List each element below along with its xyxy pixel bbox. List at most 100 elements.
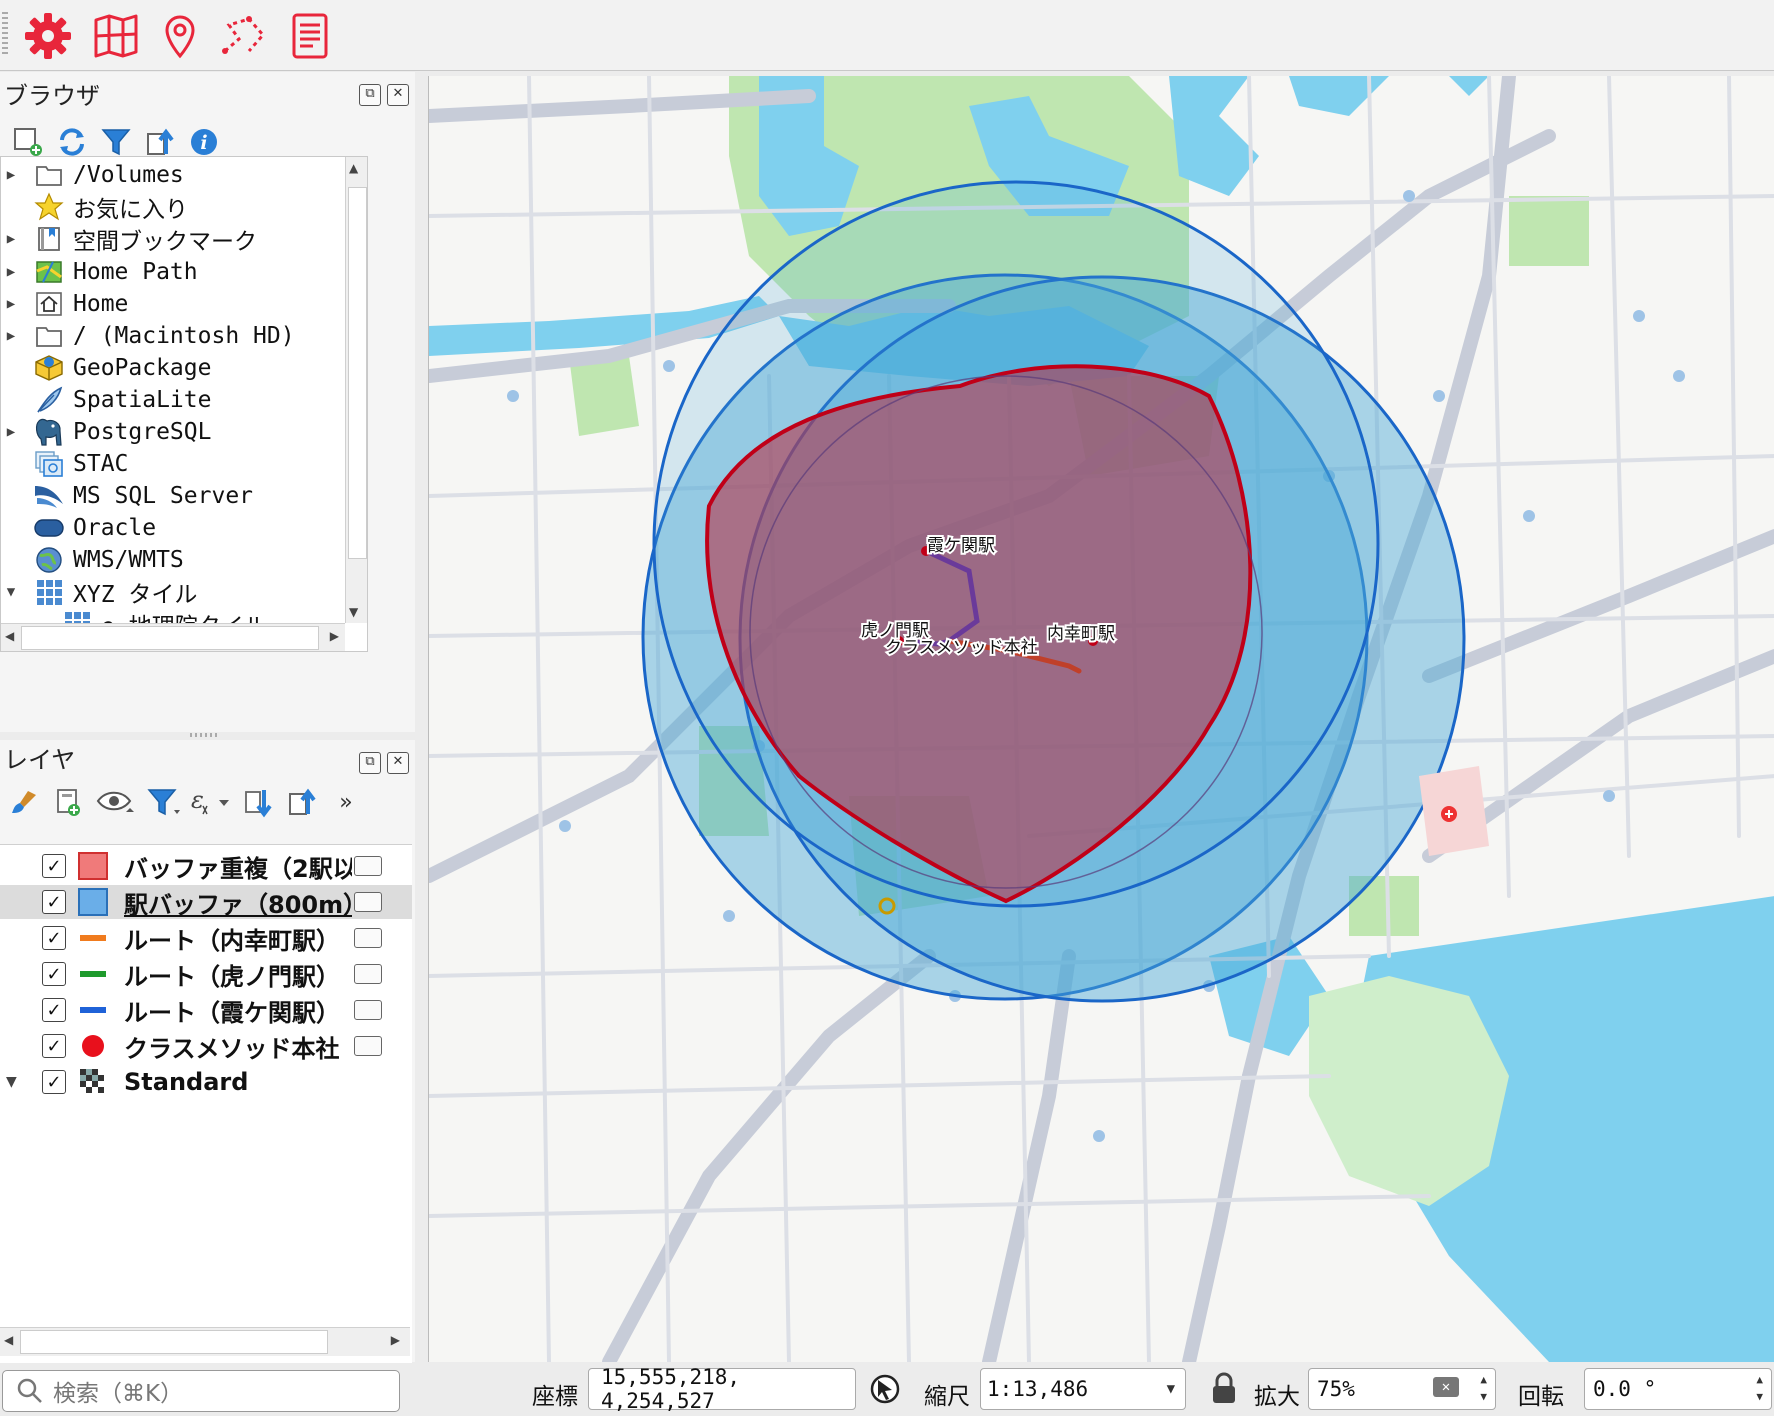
info-icon: i	[191, 129, 217, 155]
route-button[interactable]	[216, 8, 272, 64]
scroll-right-icon[interactable]: ▶	[391, 1333, 400, 1347]
document-button[interactable]	[282, 8, 338, 64]
scroll-right-icon[interactable]: ▶	[330, 629, 339, 643]
close-button[interactable]: ✕	[387, 84, 409, 106]
coordinate-field[interactable]: 15,555,218, 4,254,527	[588, 1365, 856, 1413]
tree-item-favorites[interactable]: お気に入り	[1, 189, 188, 225]
coordinate-toggle-button[interactable]	[868, 1372, 902, 1406]
scroll-left-icon[interactable]: ◀	[5, 629, 14, 643]
layer-checkbox[interactable]: ✓	[42, 998, 66, 1022]
clear-icon[interactable]: ✕	[1433, 1377, 1459, 1397]
map-button[interactable]	[88, 8, 144, 64]
magnifier-field[interactable]: 75% ✕ ▲ ▼	[1308, 1368, 1496, 1410]
filter-legend-button[interactable]	[142, 782, 186, 822]
layer-row-station-buffer[interactable]: ✓ 駅バッファ（800m）	[0, 885, 412, 919]
close-button[interactable]: ✕	[387, 752, 409, 774]
expression-filter-button[interactable]: ε	[186, 782, 236, 822]
scale-lock-button[interactable]	[1210, 1372, 1238, 1410]
tree-item-macintosh-hd[interactable]: ▶ / (Macintosh HD)	[1, 318, 295, 354]
hscroll-thumb[interactable]	[21, 626, 319, 650]
scroll-thumb[interactable]	[348, 187, 367, 559]
filter-indicator-icon[interactable]	[354, 892, 382, 912]
tree-item-xyz[interactable]: ▼ XYZ タイル	[1, 574, 197, 610]
layer-checkbox[interactable]: ✓	[42, 854, 66, 878]
filter-indicator-icon[interactable]	[354, 1036, 382, 1056]
layer-row-classmethod-hq[interactable]: ✓ クラスメソッド本社	[0, 1029, 412, 1063]
hscroll-thumb[interactable]	[20, 1330, 328, 1354]
float-button[interactable]: ⧉	[359, 84, 381, 106]
tree-item-home-path[interactable]: ▶ Home Path	[1, 254, 198, 290]
filter-indicator-icon[interactable]	[354, 964, 382, 984]
stepper-icon[interactable]: ▲ ▼	[1480, 1371, 1487, 1405]
collapse-arrow-icon[interactable]: ▼	[6, 1074, 17, 1090]
mouse-cursor-icon	[870, 1374, 900, 1404]
geopackage-icon	[35, 355, 63, 381]
expand-arrow-icon[interactable]: ▶	[1, 231, 21, 247]
browser-panel: ブラウザ ⧉ ✕ i ▶ /Volumes お気に入り ▶ 空間ブックマーク ▶…	[0, 72, 415, 732]
tree-item-mssql[interactable]: MS SQL Server	[1, 478, 253, 514]
expand-arrow-icon[interactable]: ▶	[1, 328, 21, 344]
more-tools-icon[interactable]: »	[324, 782, 368, 822]
scroll-up-icon[interactable]: ▲	[349, 161, 358, 175]
layers-panel: レイヤ ⧉ ✕ ε » ✓ バッファ重複（2駅以上	[0, 740, 415, 1363]
scale-label: 縮尺	[924, 1384, 970, 1410]
layer-checkbox[interactable]: ✓	[42, 1070, 66, 1094]
collapse-arrow-icon[interactable]: ▼	[1, 584, 21, 600]
layer-checkbox[interactable]: ✓	[42, 926, 66, 950]
expand-all-button[interactable]	[236, 782, 280, 822]
layer-row-route-uchisaiwaicho[interactable]: ✓ ルート（内幸町駅）	[0, 921, 412, 955]
expand-arrow-icon[interactable]: ▶	[1, 296, 21, 312]
map-folder-icon	[36, 261, 62, 283]
stepper-icon[interactable]: ▲ ▼	[1756, 1371, 1763, 1405]
tree-item-stac[interactable]: STAC	[1, 446, 128, 482]
folder-icon	[36, 327, 62, 347]
tree-item-geopackage[interactable]: GeoPackage	[1, 350, 211, 386]
tree-item-volumes[interactable]: ▶ /Volumes	[1, 157, 184, 193]
tree-item-bookmarks[interactable]: ▶ 空間ブックマーク	[1, 221, 257, 257]
layer-checkbox[interactable]: ✓	[42, 890, 66, 914]
filter-indicator-icon[interactable]	[354, 856, 382, 876]
expand-arrow-icon[interactable]: ▶	[1, 264, 21, 280]
collapse-all-layers-button[interactable]	[280, 782, 324, 822]
line-symbol-icon	[76, 923, 110, 953]
oracle-icon	[34, 519, 64, 537]
filter-indicator-icon[interactable]	[354, 1000, 382, 1020]
browser-hscrollbar[interactable]: ◀ ▶	[1, 623, 345, 651]
settings-button[interactable]	[20, 8, 76, 64]
panel-splitter[interactable]	[190, 733, 220, 737]
layer-row-route-kasumigaseki[interactable]: ✓ ルート（霞ケ関駅）	[0, 993, 412, 1027]
expand-arrow-icon[interactable]: ▶	[1, 167, 21, 183]
layer-checkbox[interactable]: ✓	[42, 962, 66, 986]
style-button[interactable]	[2, 782, 46, 822]
star-icon	[34, 192, 64, 221]
scale-combobox[interactable]: 1:13,486 ▼	[980, 1368, 1186, 1410]
layers-title: レイヤ	[4, 746, 76, 774]
rotation-value: 0.0 °	[1593, 1377, 1657, 1401]
scroll-left-icon[interactable]: ◀	[4, 1333, 13, 1347]
layer-row-overlap[interactable]: ✓ バッファ重複（2駅以上	[0, 849, 412, 883]
float-button[interactable]: ⧉	[359, 752, 381, 774]
add-group-button[interactable]	[46, 782, 90, 822]
tree-item-postgresql[interactable]: ▶ PostgreSQL	[1, 414, 211, 450]
rotation-field[interactable]: 0.0 ° ▲ ▼	[1584, 1368, 1772, 1410]
tree-item-home[interactable]: ▶ Home	[1, 286, 129, 322]
tree-item-oracle[interactable]: Oracle	[1, 510, 156, 546]
chevron-down-icon[interactable]: ▼	[1167, 1381, 1175, 1397]
layers-hscrollbar[interactable]: ◀ ▶	[0, 1327, 410, 1356]
layer-row-route-toranomon[interactable]: ✓ ルート（虎ノ門駅）	[0, 957, 412, 991]
tree-item-wms[interactable]: WMS/WMTS	[1, 542, 184, 578]
scroll-down-icon[interactable]: ▼	[349, 605, 358, 619]
placemark-button[interactable]	[152, 8, 208, 64]
paintbrush-icon	[12, 791, 36, 813]
add-group-icon	[57, 789, 80, 816]
layer-row-standard[interactable]: ▼ ✓ Standard	[0, 1065, 412, 1099]
browser-vscrollbar[interactable]: ▲ ▼	[345, 157, 367, 623]
map-canvas[interactable]: 霞ケ関駅 虎ノ門駅 内幸町駅 クラスメソッド本社	[428, 76, 1774, 1362]
expand-arrow-icon[interactable]: ▶	[1, 424, 21, 440]
add-layer-icon	[14, 128, 42, 156]
toolbar-grip[interactable]	[2, 12, 8, 54]
filter-indicator-icon[interactable]	[354, 928, 382, 948]
tree-item-spatialite[interactable]: SpatiaLite	[1, 382, 211, 418]
visibility-button[interactable]	[90, 782, 142, 822]
layer-checkbox[interactable]: ✓	[42, 1034, 66, 1058]
